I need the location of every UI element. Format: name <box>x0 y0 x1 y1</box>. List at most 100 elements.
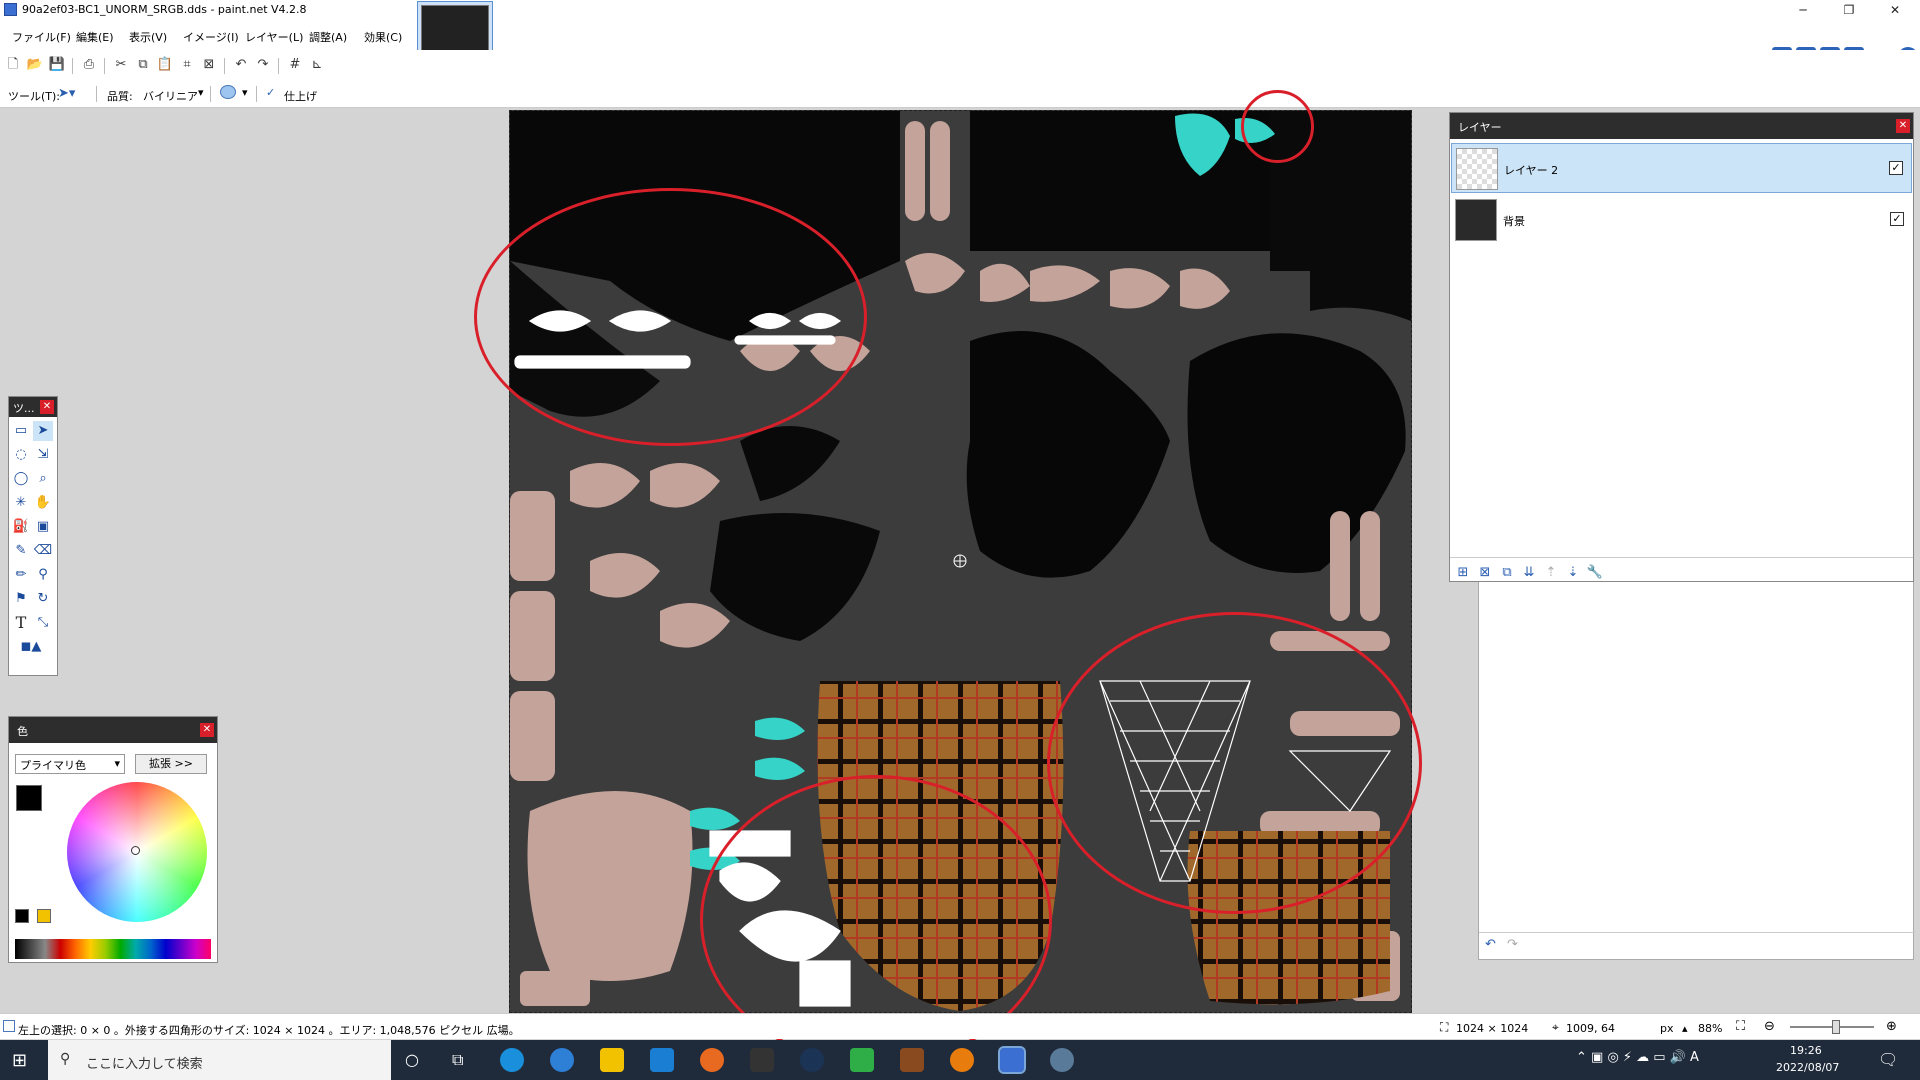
layer-properties-icon[interactable]: 🔧 <box>1586 564 1604 582</box>
steam-icon[interactable] <box>800 1048 824 1072</box>
color-mode-select[interactable]: プライマリ色 ▾ <box>15 754 125 774</box>
copy-icon[interactable]: ⧉ <box>134 56 152 74</box>
chevron-down-icon: ▾ <box>114 757 120 770</box>
save-icon[interactable]: 💾 <box>48 56 66 74</box>
antialias-icon[interactable] <box>220 85 236 99</box>
paste-icon[interactable]: 📋 <box>156 56 174 74</box>
open-file-icon[interactable]: 📂 <box>26 56 44 74</box>
app-icon[interactable] <box>850 1048 874 1072</box>
menu-adjust[interactable]: 調整(A) <box>309 29 347 45</box>
magic-wand-icon[interactable]: ✳ <box>11 493 31 513</box>
layer-row[interactable]: 背景 ✓ <box>1451 195 1912 245</box>
chevron-up-icon[interactable]: ▴ <box>1682 1022 1688 1035</box>
clone-stamp-icon[interactable]: ⚑ <box>11 589 31 609</box>
primary-color-swatch[interactable] <box>16 785 42 811</box>
redo-icon[interactable]: ↷ <box>1507 937 1518 952</box>
file-explorer-icon[interactable] <box>600 1048 624 1072</box>
pan-icon[interactable]: ✋ <box>33 493 53 513</box>
app-icon[interactable] <box>1050 1048 1074 1072</box>
expand-button[interactable]: 拡張 >> <box>135 754 207 774</box>
paint-bucket-icon[interactable]: ⛽ <box>11 517 31 537</box>
blender-icon[interactable] <box>950 1048 974 1072</box>
app-icon[interactable] <box>550 1048 574 1072</box>
zoom-out-icon[interactable]: ⊖ <box>1764 1019 1775 1034</box>
merge-layer-icon[interactable]: ⇊ <box>1520 564 1538 582</box>
paint-net-icon[interactable] <box>998 1046 1026 1074</box>
rectangle-select-icon[interactable]: ▭ <box>11 421 31 441</box>
notification-icon[interactable]: 🗨 <box>1878 1050 1898 1069</box>
undo-icon[interactable]: ↶ <box>232 56 250 74</box>
palette-icon[interactable] <box>37 909 51 923</box>
pencil-icon[interactable]: ✏ <box>11 565 31 585</box>
cortana-icon[interactable]: ○ <box>405 1050 419 1069</box>
gradient-icon[interactable]: ▣ <box>33 517 53 537</box>
ellipse-select-icon[interactable]: ◯ <box>11 469 31 489</box>
reset-colors-icon[interactable] <box>15 909 29 923</box>
zoom-in-icon[interactable]: ⊕ <box>1886 1019 1897 1034</box>
recolor-icon[interactable]: ↻ <box>33 589 53 609</box>
duplicate-layer-icon[interactable]: ⧉ <box>1498 564 1516 582</box>
move-layer-up-icon[interactable]: ⇡ <box>1542 564 1560 582</box>
colors-window-title: 色 <box>9 717 217 743</box>
chevron-down-icon[interactable]: ▾ <box>198 86 204 99</box>
print-icon[interactable]: ⎙ <box>80 56 98 74</box>
paintbrush-icon[interactable]: ✎ <box>11 541 31 561</box>
lasso-icon[interactable]: ◌ <box>11 445 31 465</box>
zoom-icon[interactable]: ⌕ <box>33 469 53 489</box>
close-icon[interactable]: ✕ <box>200 723 214 737</box>
windows-start-icon[interactable]: ⊞ <box>12 1050 27 1071</box>
move-tool-dropdown-icon[interactable]: ➤▾ <box>58 86 75 101</box>
system-tray-icons[interactable]: ⌃ ▣ ◎ ⚡ ☁ ▭ 🔊 A <box>1576 1050 1699 1065</box>
zoom-level[interactable]: 88% <box>1698 1022 1722 1035</box>
cut-icon[interactable]: ✂ <box>112 56 130 74</box>
move-layer-down-icon[interactable]: ⇣ <box>1564 564 1582 582</box>
menu-effects[interactable]: 効果(C) <box>364 29 402 45</box>
shapes-icon[interactable]: ◼▲ <box>11 637 51 657</box>
layer-name: レイヤー 2 <box>1504 164 1559 177</box>
color-picker-icon[interactable]: ⚲ <box>33 565 53 585</box>
finish-button[interactable]: 仕上げ <box>284 88 317 104</box>
move-selection-icon[interactable]: ➤ <box>33 421 53 441</box>
minimize-button[interactable]: ─ <box>1780 0 1826 20</box>
move-selected-icon[interactable]: ⇲ <box>33 445 53 465</box>
add-layer-icon[interactable]: ⊞ <box>1454 564 1472 582</box>
delete-layer-icon[interactable]: ⊠ <box>1476 564 1494 582</box>
ruler-icon[interactable]: ⊾ <box>308 56 326 74</box>
close-icon[interactable]: ✕ <box>40 400 54 414</box>
color-palette[interactable] <box>15 939 211 959</box>
zoom-to-window-icon[interactable]: ⛶ <box>1736 1019 1745 1034</box>
chevron-down-icon[interactable]: ▾ <box>242 86 248 99</box>
task-view-icon[interactable]: ⧉ <box>452 1050 463 1070</box>
text-icon[interactable]: T <box>11 613 31 633</box>
undo-icon[interactable]: ↶ <box>1485 937 1496 952</box>
layer-visibility-checkbox[interactable]: ✓ <box>1890 212 1904 226</box>
menu-image[interactable]: イメージ(I) <box>183 29 239 45</box>
line-curve-icon[interactable]: ⤡ <box>33 613 53 633</box>
layer-row[interactable]: レイヤー 2 ✓ <box>1451 143 1912 193</box>
app-icon[interactable] <box>900 1048 924 1072</box>
menu-view[interactable]: 表示(V) <box>129 29 167 45</box>
crop-icon[interactable]: ⌗ <box>178 56 196 74</box>
menu-layer[interactable]: レイヤー(L) <box>245 29 303 45</box>
layer-visibility-checkbox[interactable]: ✓ <box>1889 161 1903 175</box>
deselect-icon[interactable]: ⊠ <box>200 56 218 74</box>
quality-select[interactable]: バイリニア <box>143 88 198 104</box>
close-button[interactable]: ✕ <box>1872 0 1918 20</box>
new-file-icon[interactable]: 🗋 <box>4 56 22 74</box>
menu-edit[interactable]: 編集(E) <box>76 29 114 45</box>
mail-icon[interactable] <box>650 1048 674 1072</box>
zoom-slider[interactable] <box>1790 1020 1874 1034</box>
epic-games-icon[interactable] <box>750 1048 774 1072</box>
edge-icon[interactable] <box>500 1048 524 1072</box>
redo-icon[interactable]: ↷ <box>254 56 272 74</box>
grid-icon[interactable]: # <box>286 56 304 74</box>
close-icon[interactable]: ✕ <box>1896 119 1910 133</box>
eraser-icon[interactable]: ⌫ <box>33 541 53 561</box>
restore-button[interactable]: ❐ <box>1826 0 1872 20</box>
firefox-icon[interactable] <box>700 1048 724 1072</box>
color-wheel[interactable] <box>67 782 207 922</box>
colors-window: 色 ✕ プライマリ色 ▾ 拡張 >> <box>8 716 218 963</box>
unit-select[interactable]: px <box>1660 1022 1674 1035</box>
taskbar-search[interactable]: ⚲ ここに入力して検索 <box>48 1040 391 1080</box>
menu-file[interactable]: ファイル(F) <box>12 29 71 45</box>
